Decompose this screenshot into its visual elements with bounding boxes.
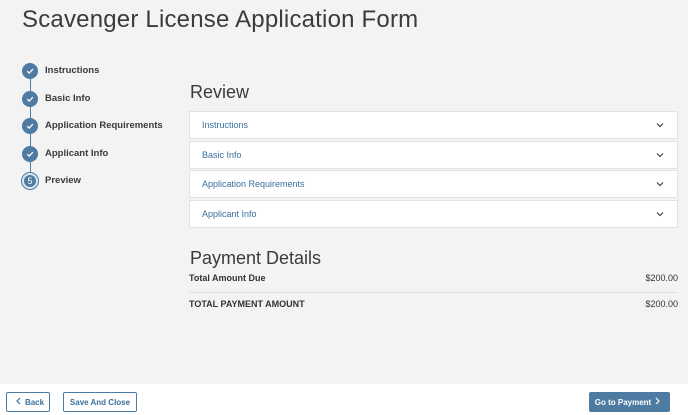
- total-amount-due-value: $200.00: [645, 273, 678, 283]
- total-amount-due-label: Total Amount Due: [189, 273, 266, 283]
- accordion-label: Application Requirements: [202, 179, 305, 189]
- step-label: Instructions: [45, 65, 100, 76]
- review-title: Review: [190, 82, 250, 102]
- step-label: Applicant Info: [45, 147, 109, 159]
- step-connector: [29, 134, 31, 146]
- step-preview[interactable]: 5 Preview: [22, 173, 182, 201]
- check-icon: [22, 63, 38, 79]
- step-label: Application Requirements: [45, 120, 163, 131]
- review-accordion: Instructions Basic Info Application Requ…: [189, 111, 678, 229]
- check-icon: [22, 118, 38, 134]
- step-basic-info[interactable]: Basic Info: [22, 90, 182, 119]
- step-applicant-info[interactable]: Applicant Info: [22, 145, 182, 174]
- accordion-item-instructions[interactable]: Instructions: [189, 111, 678, 139]
- step-instructions[interactable]: Instructions: [22, 63, 182, 91]
- step-application-requirements[interactable]: Application Requirements: [22, 118, 182, 146]
- chevron-down-icon: [655, 150, 665, 160]
- total-payment-amount-value: $200.00: [645, 299, 678, 309]
- save-and-close-button[interactable]: Save And Close: [63, 392, 137, 412]
- step-label: Basic Info: [45, 92, 91, 104]
- step-label: Preview: [45, 175, 81, 186]
- back-label: Back: [24, 397, 45, 407]
- chevron-down-icon: [655, 209, 665, 219]
- step-connector: [29, 79, 31, 91]
- accordion-label: Instructions: [202, 120, 249, 130]
- accordion-label: Applicant Info: [202, 208, 257, 219]
- step-number-badge: 5: [22, 173, 38, 189]
- chevron-right-icon: [655, 397, 661, 407]
- page-title: Scavenger License Application Form: [22, 6, 419, 33]
- footer-bar: Back Save And Close Go to Payment: [0, 384, 688, 415]
- back-button[interactable]: Back: [6, 392, 50, 412]
- chevron-left-icon: [16, 397, 21, 407]
- payment-details-title: Payment Details: [190, 248, 322, 268]
- accordion-label: Basic Info: [202, 149, 242, 160]
- accordion-item-applicant-info[interactable]: Applicant Info: [189, 199, 678, 228]
- save-and-close-label: Save And Close: [69, 397, 131, 407]
- progress-stepper: Instructions Basic Info Application Requ…: [22, 63, 182, 201]
- chevron-down-icon: [655, 179, 665, 189]
- check-icon: [22, 145, 38, 162]
- accordion-item-application-requirements[interactable]: Application Requirements: [189, 170, 678, 198]
- step-connector: [29, 161, 31, 174]
- go-to-payment-button[interactable]: Go to Payment: [589, 392, 670, 412]
- divider: [189, 292, 678, 293]
- accordion-item-basic-info[interactable]: Basic Info: [189, 140, 678, 169]
- total-payment-amount-row: TOTAL PAYMENT AMOUNT $200.00: [189, 299, 678, 309]
- check-icon: [22, 90, 38, 107]
- total-amount-due-row: Total Amount Due $200.00: [189, 273, 678, 283]
- step-connector: [29, 106, 31, 119]
- total-payment-amount-label: TOTAL PAYMENT AMOUNT: [189, 299, 305, 309]
- chevron-down-icon: [655, 120, 665, 130]
- go-to-payment-label: Go to Payment: [594, 397, 652, 407]
